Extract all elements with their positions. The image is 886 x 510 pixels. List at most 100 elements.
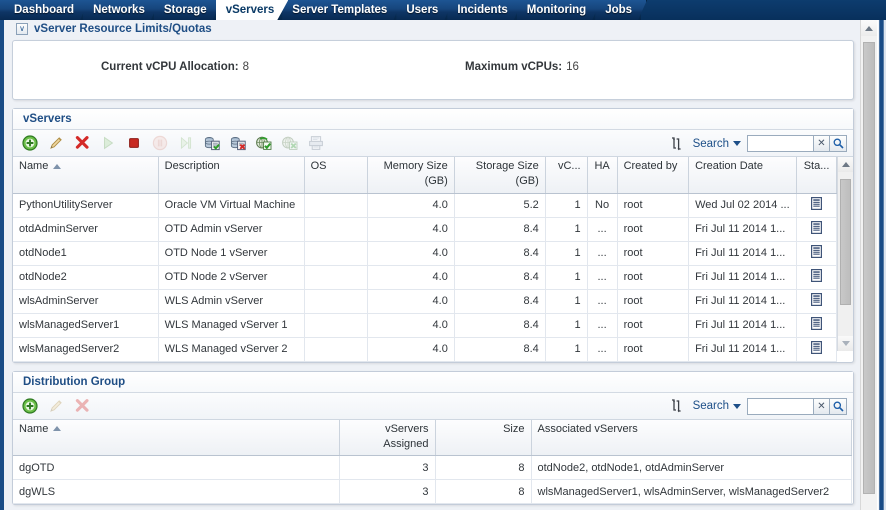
- vservers-scroll-thumb[interactable]: [840, 179, 851, 305]
- main-tab-bar: Dashboard Networks Storage vServers Server T…: [0, 0, 886, 20]
- distribution-group-table-header-row: Name vServers Assigned Size Associated vServ…: [13, 419, 852, 456]
- delete-distribution-group-icon: [69, 394, 95, 418]
- add-distribution-group-icon[interactable]: [17, 394, 43, 418]
- column-header-name[interactable]: Name: [13, 419, 340, 456]
- cell-creation_date: Fri Jul 11 2014 1...: [688, 313, 798, 338]
- cell-description: WLS Managed vServer 2: [158, 337, 305, 362]
- cell-description: WLS Managed vServer 1: [158, 313, 305, 338]
- distribution-group-table-row[interactable]: dgOTD 3 8 otdNode2, otdNode1, otdAdminServe…: [13, 455, 852, 480]
- distribution-group-search-clear-icon[interactable]: ✕: [813, 397, 830, 415]
- vservers-toolbar-right: Search ✕: [669, 130, 847, 157]
- distribution-group-search-submit-icon[interactable]: [830, 397, 847, 415]
- column-header-creation-date[interactable]: Creation Date: [688, 157, 798, 194]
- attach-network-icon[interactable]: [251, 131, 277, 155]
- column-header-vservers[interactable]: vServers Assigned: [339, 419, 436, 456]
- distribution-group-table: Name vServers Assigned Size Associated vServ…: [13, 419, 852, 504]
- vservers-table-row[interactable]: wlsAdminServer WLS Admin vServer 4.0 8.4 1..…: [13, 289, 838, 314]
- collapse-toggle-icon[interactable]: ∨: [16, 22, 28, 35]
- cell-description: OTD Node 2 vServer: [158, 265, 305, 290]
- vservers-scroll-down-button[interactable]: [838, 336, 853, 351]
- cell-ha: ...: [587, 313, 618, 338]
- distribution-group-table-row[interactable]: dgWLS 3 8 wlsManagedServer1, wlsAdminServer…: [13, 479, 852, 504]
- column-header-ha[interactable]: HA: [587, 157, 618, 194]
- column-header-name[interactable]: Name: [13, 157, 159, 194]
- cell-storage: 8.4: [454, 289, 546, 314]
- vservers-table-header-row: Name Description OS Memory Size (GB) Storage …: [13, 157, 838, 194]
- cell-memory: 4.0: [367, 313, 455, 338]
- column-header-label: vC...: [557, 160, 581, 172]
- tab-server-templates[interactable]: Server Templates: [282, 0, 402, 20]
- column-header-vc[interactable]: vC...: [545, 157, 588, 194]
- vservers-panel: vServers Search ✕ Name Description OS Me…: [12, 108, 854, 363]
- cell-storage: 8.4: [454, 265, 546, 290]
- tab-label: Monitoring: [526, 4, 587, 16]
- detach-volume-icon[interactable]: [225, 131, 251, 155]
- tab-label: Incidents: [457, 4, 508, 16]
- cell-name: dgOTD: [13, 455, 340, 480]
- tab-label: Networks: [93, 4, 145, 16]
- cell-vcpu: 1: [545, 217, 588, 242]
- vservers-table-scrollbar[interactable]: [837, 157, 853, 351]
- page-scroll-up-button[interactable]: [861, 20, 877, 36]
- distribution-group-search-label: Search: [692, 400, 729, 412]
- cell-associated: wlsManagedServer1, wlsAdminServer, wlsMa…: [531, 479, 852, 504]
- cell-ha: ...: [587, 337, 618, 362]
- column-header-sta[interactable]: Sta...: [796, 157, 838, 194]
- column-header-created-by[interactable]: Created by: [617, 157, 690, 194]
- column-header-memory-size[interactable]: Memory Size (GB): [367, 157, 455, 194]
- vservers-table-row[interactable]: otdNode1 OTD Node 1 vServer 4.0 8.4 1... root…: [13, 241, 838, 266]
- vservers-table-row[interactable]: PythonUtilityServer Oracle VM Virtual Mac…: [13, 193, 838, 218]
- current-vcpu-value: 8: [242, 61, 249, 73]
- cell-description: OTD Node 1 vServer: [158, 241, 305, 266]
- page-scrollbar[interactable]: [860, 20, 877, 510]
- tab-storage[interactable]: Storage: [154, 0, 222, 20]
- vservers-table-row[interactable]: otdNode2 OTD Node 2 vServer 4.0 8.4 1... root…: [13, 265, 838, 290]
- cell-vcpu: 1: [545, 313, 588, 338]
- vservers-scroll-up-button[interactable]: [838, 157, 853, 172]
- cell-name: wlsAdminServer: [13, 289, 159, 314]
- refresh-icon[interactable]: [669, 134, 687, 154]
- vserver-status-running-icon: [811, 197, 823, 213]
- stop-vserver-icon[interactable]: [121, 131, 147, 155]
- column-header-storage-size[interactable]: Storage Size (GB): [454, 157, 546, 194]
- vservers-search-input[interactable]: [747, 135, 813, 152]
- edit-vserver-icon[interactable]: [43, 131, 69, 155]
- vservers-search-dropdown[interactable]: Search: [693, 138, 741, 150]
- maximum-vcpus: Maximum vCPUs: 16: [465, 61, 579, 73]
- cell-ha: ...: [587, 265, 618, 290]
- cell-size: 8: [435, 455, 532, 480]
- tab-networks[interactable]: Networks: [83, 0, 160, 20]
- tab-monitoring[interactable]: Monitoring: [517, 0, 601, 20]
- distribution-group-search-input[interactable]: [747, 397, 813, 415]
- cell-vcpu: 1: [545, 193, 588, 218]
- attach-volume-icon[interactable]: [199, 131, 225, 155]
- column-header-label: Memory Size: [383, 160, 448, 172]
- cell-memory: 4.0: [367, 241, 455, 266]
- tab-incidents[interactable]: Incidents: [447, 0, 522, 20]
- vservers-table-row[interactable]: otdAdminServer OTD Admin vServer 4.0 8.4 1..…: [13, 217, 838, 242]
- column-header-os[interactable]: OS: [304, 157, 368, 194]
- column-header-description[interactable]: Description: [158, 157, 305, 194]
- vservers-table-row[interactable]: wlsManagedServer2 WLS Managed vServer 2 4.…: [13, 337, 838, 362]
- tab-vservers[interactable]: vServers: [216, 0, 289, 20]
- tab-jobs[interactable]: Jobs: [595, 0, 647, 20]
- vservers-search-submit-icon[interactable]: [830, 135, 847, 152]
- cell-os: [304, 265, 368, 290]
- cell-os: [304, 241, 368, 266]
- distribution-group-table-wrap: Name vServers Assigned Size Associated vServ…: [13, 419, 853, 504]
- page-scroll-thumb[interactable]: [863, 42, 875, 494]
- cell-memory: 4.0: [367, 217, 455, 242]
- cell-created_by: root: [617, 313, 690, 338]
- column-header-label: Sta...: [803, 160, 830, 172]
- tab-users[interactable]: Users: [396, 0, 453, 20]
- tab-dashboard[interactable]: Dashboard: [0, 0, 89, 20]
- column-header-size[interactable]: Size: [435, 419, 532, 456]
- distribution-group-toolbar-right: Search ✕: [669, 393, 847, 420]
- vservers-search-clear-icon[interactable]: ✕: [813, 135, 830, 152]
- vservers-table-row[interactable]: wlsManagedServer1 WLS Managed vServer 1 4.…: [13, 313, 838, 338]
- column-header-associated-vservers[interactable]: Associated vServers: [531, 419, 852, 456]
- delete-vserver-icon[interactable]: [69, 131, 95, 155]
- distribution-group-search-dropdown[interactable]: Search: [693, 400, 741, 412]
- refresh-icon[interactable]: [669, 396, 687, 416]
- add-vserver-icon[interactable]: [17, 131, 43, 155]
